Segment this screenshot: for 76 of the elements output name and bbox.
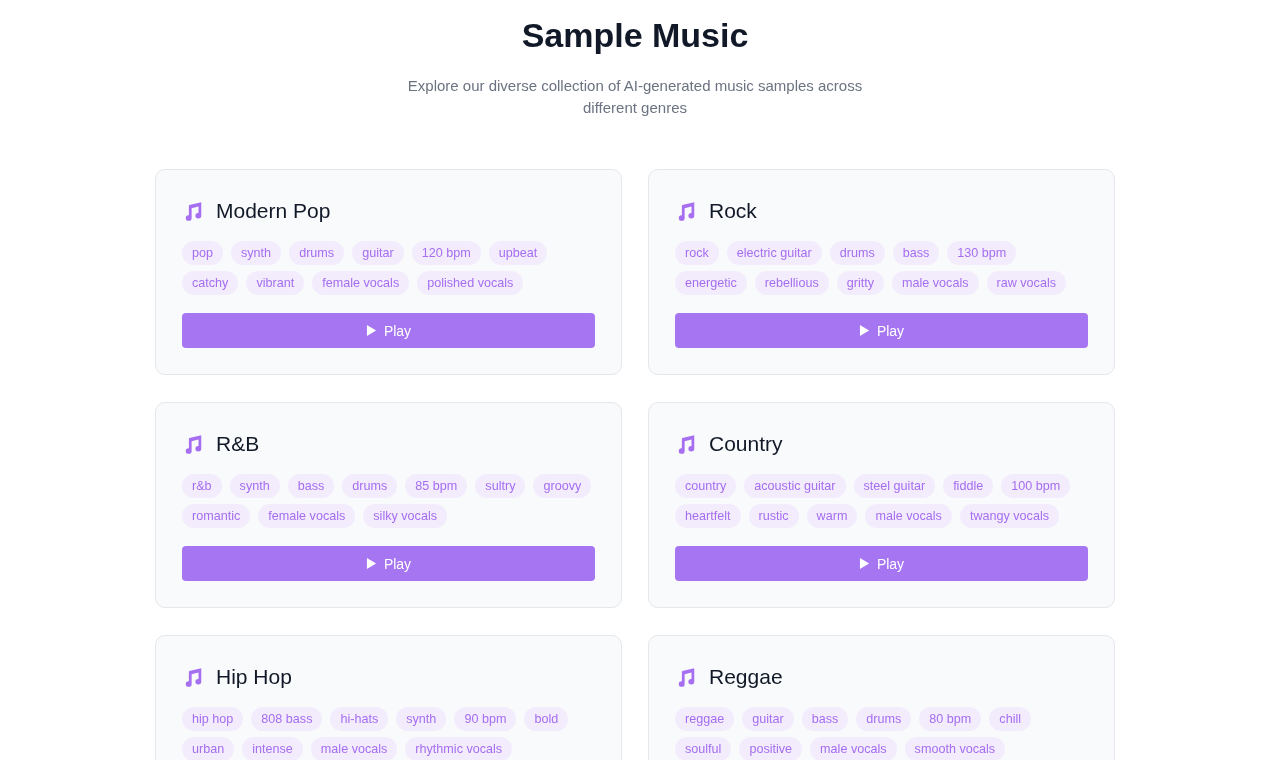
- genre-tag: guitar: [352, 241, 404, 265]
- play-button[interactable]: Play: [182, 546, 595, 581]
- play-icon: [858, 324, 870, 337]
- play-button[interactable]: Play: [182, 313, 595, 348]
- genre-tag: r&b: [182, 474, 222, 498]
- genre-tag: urban: [182, 737, 235, 760]
- sample-title: Modern Pop: [216, 199, 331, 223]
- genre-tag: synth: [231, 241, 282, 265]
- genre-tag: country: [675, 474, 737, 498]
- genre-tag: female vocals: [312, 271, 410, 295]
- genre-tag: 80 bpm: [919, 707, 982, 731]
- genre-tag: electric guitar: [726, 241, 822, 265]
- genre-tag: polished vocals: [417, 271, 524, 295]
- genre-tag: steel guitar: [853, 474, 936, 498]
- genre-tag: synth: [396, 707, 447, 731]
- genre-tag: synth: [229, 474, 280, 498]
- genre-tag: hi-hats: [330, 707, 389, 731]
- sample-title: R&B: [216, 432, 260, 456]
- genre-tag: gritty: [836, 271, 884, 295]
- genre-tag: smooth vocals: [904, 737, 1006, 760]
- genre-tag: sultry: [475, 474, 526, 498]
- genre-tag: male vocals: [810, 737, 897, 760]
- genre-tag: raw vocals: [986, 271, 1066, 295]
- genre-tag: 120 bpm: [411, 241, 481, 265]
- genre-tag: rhythmic vocals: [405, 737, 513, 760]
- page-title: Sample Music: [521, 16, 749, 55]
- genre-tag: hip hop: [182, 707, 244, 731]
- genre-tag: acoustic guitar: [744, 474, 846, 498]
- play-icon: [365, 324, 377, 337]
- genre-tag: drums: [829, 241, 885, 265]
- genre-tag: soulful: [675, 737, 732, 760]
- genre-tag: rustic: [748, 504, 799, 528]
- genre-tag: positive: [739, 737, 803, 760]
- sample-title: Rock: [709, 199, 757, 223]
- genre-tag: drums: [342, 474, 398, 498]
- genre-tag: rebellious: [754, 271, 829, 295]
- genre-tag: male vocals: [865, 504, 952, 528]
- genre-tag: catchy: [182, 271, 239, 295]
- genre-tag: heartfelt: [675, 504, 741, 528]
- genre-tag: drums: [856, 707, 912, 731]
- genre-tag: 130 bpm: [947, 241, 1017, 265]
- genre-tag: bass: [892, 241, 940, 265]
- genre-tag: bass: [287, 474, 335, 498]
- genre-tag: drums: [289, 241, 345, 265]
- play-button[interactable]: Play: [675, 546, 1088, 581]
- genre-tag: bass: [801, 707, 849, 731]
- genre-tag: romantic: [182, 504, 251, 528]
- genre-tag: guitar: [742, 707, 794, 731]
- genre-tag: reggae: [675, 707, 735, 731]
- play-button[interactable]: Play: [675, 313, 1088, 348]
- genre-tag: warm: [806, 504, 858, 528]
- genre-tag: 808 bass: [251, 707, 323, 731]
- sample-title: Reggae: [709, 665, 783, 689]
- genre-tag: groovy: [533, 474, 592, 498]
- genre-tag: 85 bpm: [405, 474, 468, 498]
- genre-tag: energetic: [675, 271, 747, 295]
- sample-title: Hip Hop: [216, 665, 292, 689]
- genre-tag: 90 bpm: [454, 707, 517, 731]
- genre-tag: female vocals: [258, 504, 356, 528]
- genre-tag: male vocals: [310, 737, 398, 760]
- sample-title: Country: [709, 432, 783, 456]
- page-subtitle: Explore our diverse collection of AI-generated music samples across different genres: [406, 76, 864, 118]
- genre-tag: bold: [524, 707, 569, 731]
- genre-tag: twangy vocals: [959, 504, 1059, 528]
- play-icon: [365, 557, 377, 570]
- genre-tag: silky vocals: [363, 504, 447, 528]
- genre-tag: male vocals: [892, 271, 979, 295]
- genre-tag: pop: [182, 241, 223, 265]
- genre-tag: fiddle: [943, 474, 994, 498]
- play-icon: [858, 557, 870, 570]
- genre-tag: upbeat: [488, 241, 548, 265]
- genre-tag: vibrant: [246, 271, 305, 295]
- genre-tag: intense: [242, 737, 303, 760]
- genre-tag: rock: [675, 241, 719, 265]
- genre-tag: chill: [989, 707, 1032, 731]
- genre-tag: 100 bpm: [1001, 474, 1071, 498]
